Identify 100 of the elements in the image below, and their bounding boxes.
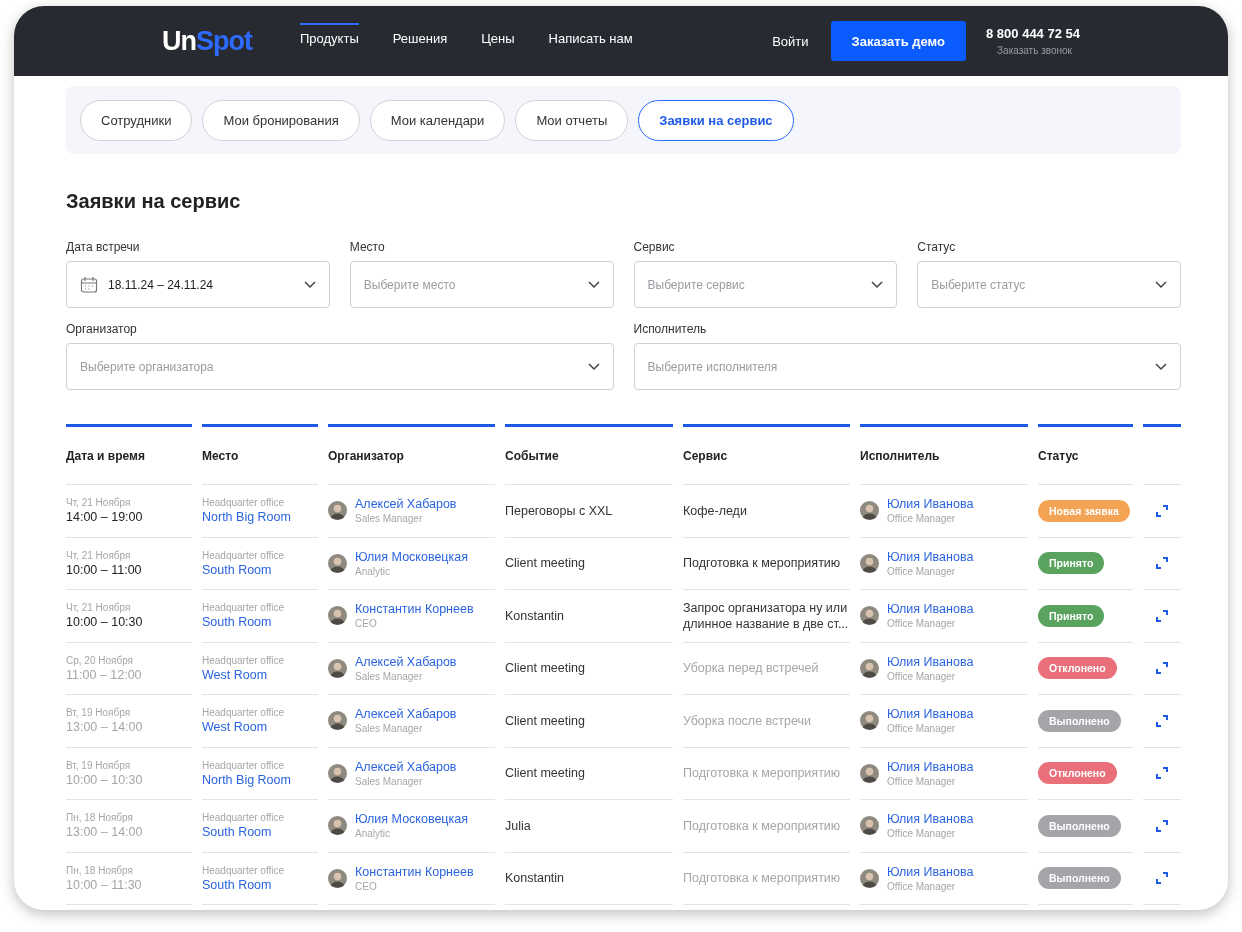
column-header: Сервис <box>683 424 850 485</box>
room-link[interactable]: South Room <box>202 562 318 577</box>
empty-column-header <box>1143 424 1181 485</box>
room-link[interactable]: West Room <box>202 720 318 735</box>
select-field[interactable]: Выберите организатора <box>66 343 614 390</box>
event-text: Переговоры с XXL <box>505 502 614 519</box>
select-field[interactable]: Выберите сервис <box>633 261 898 308</box>
organizer-link[interactable]: Алексей Хабаров <box>355 707 457 722</box>
office-text: Headquarter office <box>202 759 286 771</box>
select-field[interactable]: Выберите статус <box>917 261 1181 308</box>
event-text: Client meeting <box>505 555 586 572</box>
expand-icon[interactable] <box>1156 872 1168 885</box>
nav-link[interactable]: Написать нам <box>548 22 633 52</box>
avatar-icon <box>860 553 879 573</box>
expand-icon[interactable] <box>1156 609 1168 622</box>
status-badge: Новая заявка <box>1038 499 1130 522</box>
room-link[interactable]: West Room <box>202 667 318 682</box>
organizer-link[interactable]: Алексей Хабаров <box>355 759 457 774</box>
time-text: 13:00 – 14:00 <box>66 825 144 840</box>
status-badge: Принято <box>1038 552 1105 575</box>
organizer-link[interactable]: Константин Корнеев <box>355 864 474 879</box>
role-text: Office Manager <box>887 513 957 525</box>
expand-icon[interactable] <box>1156 714 1168 727</box>
date-text: Чт, 21 Ноября <box>66 497 132 509</box>
executor-link[interactable]: Юлия Иванова <box>887 812 974 827</box>
room-link[interactable]: North Big Room <box>202 772 318 787</box>
expand-icon[interactable] <box>1156 767 1168 780</box>
service-text: Подготовка к мероприятию <box>683 870 842 887</box>
executor-link[interactable]: Юлия Иванова <box>887 864 974 879</box>
logo[interactable]: UnSpot <box>162 25 252 57</box>
expand-icon[interactable] <box>1156 557 1168 570</box>
role-text: Sales Manager <box>355 670 424 682</box>
organizer-link[interactable]: Константин Корнеев <box>355 602 474 617</box>
office-text: Headquarter office <box>202 654 286 666</box>
filter-label: Исполнитель <box>633 322 708 336</box>
status-badge: Выполнено <box>1038 814 1121 837</box>
executor-link[interactable]: Юлия Иванова <box>887 654 974 669</box>
nav-link[interactable]: Цены <box>481 22 515 52</box>
column-header: Исполнитель <box>860 424 1028 485</box>
tab[interactable]: Мои бронирования <box>202 99 360 141</box>
office-text: Headquarter office <box>202 497 286 509</box>
filter-label: Сервис <box>633 240 676 254</box>
expand-icon[interactable] <box>1156 819 1168 832</box>
nav-link[interactable]: Продукты <box>300 22 359 52</box>
room-link[interactable]: North Big Room <box>202 510 318 525</box>
tab[interactable]: Мои календари <box>369 99 506 141</box>
event-text: Client meeting <box>505 765 586 782</box>
chevron-down-icon <box>303 280 316 289</box>
organizer-link[interactable]: Юлия Московецкая <box>355 549 468 564</box>
chevron-down-icon <box>1155 362 1167 371</box>
avatar-icon <box>860 868 879 888</box>
role-text: Office Manager <box>887 565 957 577</box>
chevron-down-icon <box>871 280 884 289</box>
status-badge: Принято <box>1038 604 1105 627</box>
service-text: Уборка после встречи <box>683 712 813 729</box>
time-text: 10:00 – 11:30 <box>66 877 143 892</box>
callback-link[interactable]: Заказать звонок <box>997 45 1072 56</box>
chevron-down-icon <box>587 362 600 371</box>
event-text: Client meeting <box>505 712 586 729</box>
executor-link[interactable]: Юлия Иванова <box>887 549 974 564</box>
expand-icon[interactable] <box>1156 662 1168 675</box>
time-text: 13:00 – 14:00 <box>66 720 144 735</box>
avatar-icon <box>328 606 347 626</box>
avatar-icon <box>860 816 879 836</box>
executor-link[interactable]: Юлия Иванова <box>887 497 974 512</box>
role-text: Sales Manager <box>355 513 424 525</box>
time-text: 11:00 – 12:00 <box>66 667 143 682</box>
expand-icon[interactable] <box>1156 504 1168 517</box>
organizer-link[interactable]: Юлия Московецкая <box>355 812 468 827</box>
organizer-link[interactable]: Алексей Хабаров <box>355 654 457 669</box>
room-link[interactable]: South Room <box>202 877 318 892</box>
role-text: Office Manager <box>887 670 957 682</box>
avatar-icon <box>328 553 347 573</box>
login-link[interactable]: Войти <box>772 33 809 49</box>
event-text: Konstantin <box>505 607 566 624</box>
role-text: Office Manager <box>887 723 957 735</box>
select-field[interactable]: Выберите место <box>349 261 614 308</box>
nav-link[interactable]: Решения <box>392 22 448 52</box>
select-field[interactable]: Выберите исполнителя <box>633 343 1181 390</box>
time-text: 10:00 – 10:30 <box>66 615 144 630</box>
executor-link[interactable]: Юлия Иванова <box>887 602 974 617</box>
role-text: Office Manager <box>887 775 957 787</box>
tab[interactable]: Мои отчеты <box>515 99 629 141</box>
column-header: Статус <box>1038 424 1133 485</box>
status-badge: Выполнено <box>1038 867 1121 890</box>
date-range-field[interactable]: 18.11.24 – 24.11.24 <box>66 261 330 308</box>
tab[interactable]: Сотрудники <box>80 99 193 141</box>
executor-link[interactable]: Юлия Иванова <box>887 759 974 774</box>
date-text: Вт, 19 Ноября <box>66 759 132 771</box>
room-link[interactable]: South Room <box>202 825 318 840</box>
room-link[interactable]: South Room <box>202 615 318 630</box>
role-text: CEO <box>355 880 378 892</box>
date-text: Пн, 18 Ноября <box>66 864 134 876</box>
phone-number: 8 800 444 72 54 <box>986 26 1080 41</box>
executor-link[interactable]: Юлия Иванова <box>887 707 974 722</box>
avatar-icon <box>328 816 347 836</box>
organizer-link[interactable]: Алексей Хабаров <box>355 497 457 512</box>
demo-button[interactable]: Заказать демо <box>830 21 966 61</box>
filter-label: Дата встречи <box>66 240 141 254</box>
tab[interactable]: Заявки на сервис <box>638 99 794 141</box>
